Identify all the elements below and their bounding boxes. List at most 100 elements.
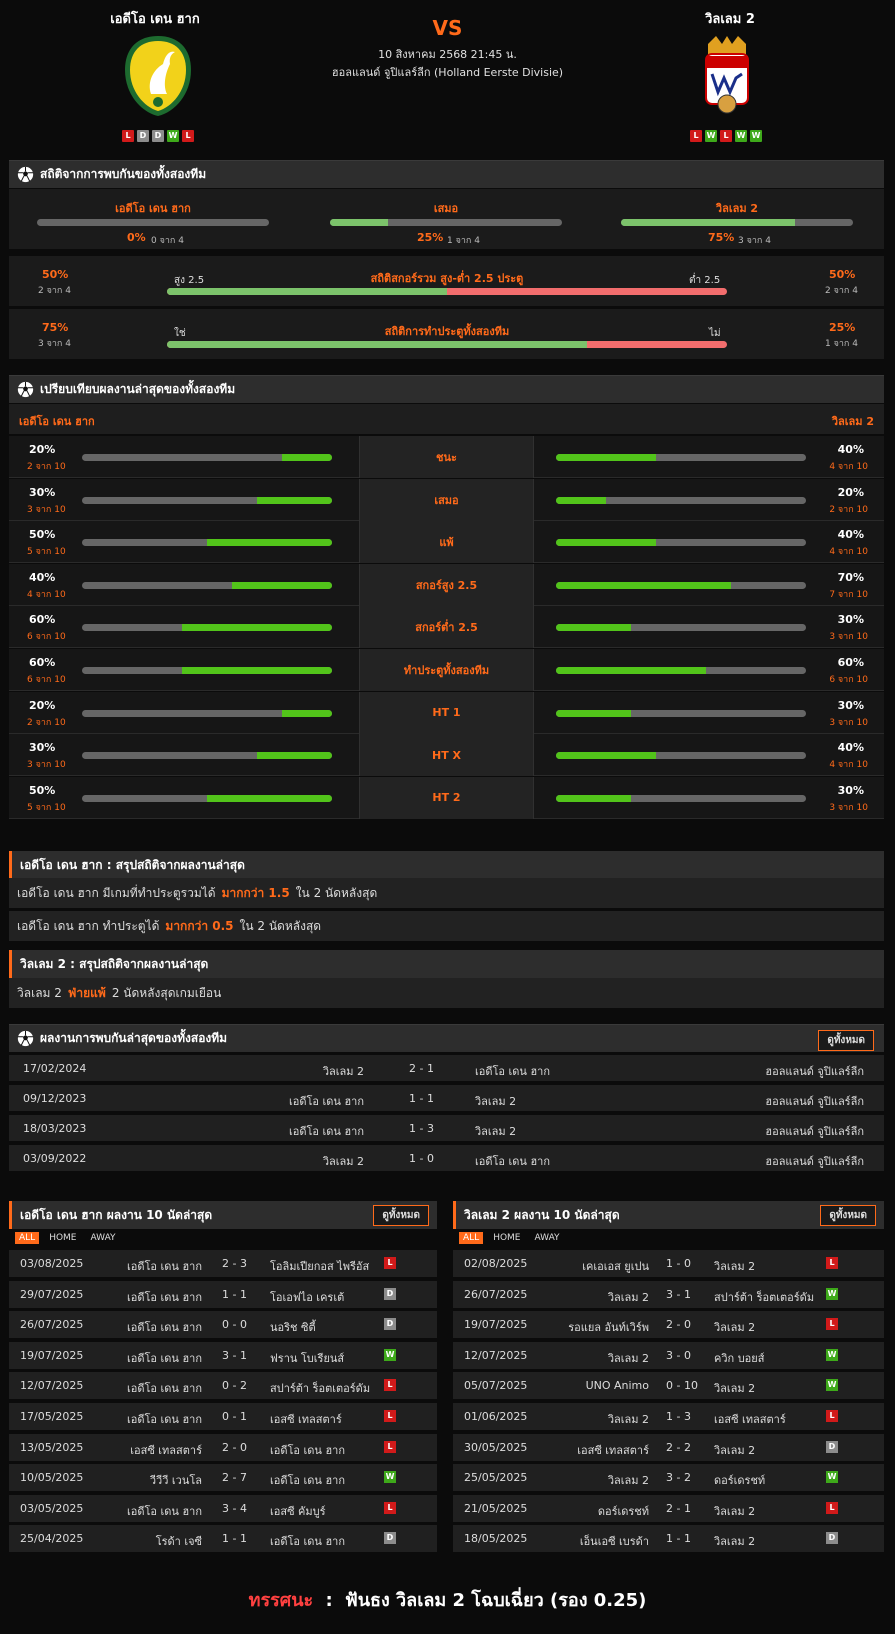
btts-bar	[167, 341, 727, 348]
result-badge: D	[384, 1532, 396, 1545]
recent-row[interactable]: 01/06/2025 วิลเลม 2 1 - 3 เอสซี เทลสตาร์ L	[453, 1403, 884, 1432]
h2h-row[interactable]: 17/02/2024 วิลเลม 2 2 - 1 เอดีโอ เดน ฮาก ฮอล…	[9, 1055, 884, 1083]
recent-home-team: วิลเลม 2	[607, 1413, 649, 1426]
recent-row[interactable]: 25/05/2025 วิลเลม 2 3 - 2 ดอร์เดรชท์ W	[453, 1464, 884, 1494]
summary-home-line2: เอดีโอ เดน ฮาก ทำประตูได้ มากกว่า 0.5 ใน 2…	[9, 911, 884, 941]
home-bar	[82, 454, 332, 461]
recent-away-view-all-button[interactable]: ดูทั้งหมด	[820, 1205, 876, 1226]
btts-title: สถิติการทำประตูทั้งสองทีม	[384, 325, 510, 338]
match-header: เอดีโอ เดน ฮาก วิลเลม 2 VS 10 สิงหาคม 25…	[0, 0, 895, 155]
recent-row[interactable]: 05/07/2025 UNO Animo 0 - 10 วิลเลม 2 W	[453, 1372, 884, 1402]
recent-home-team: เอดีโอ เดน ฮาก	[127, 1290, 202, 1304]
recent-row[interactable]: 29/07/2025 เอดีโอ เดน ฮาก 1 - 1 โอเอฟไอ เคร…	[9, 1280, 437, 1310]
summary-text: ใน 2 นัดหลังสุด	[295, 885, 378, 900]
recent-score: 3 - 1	[666, 1287, 691, 1301]
form-badge: L	[690, 130, 702, 142]
ou-title: สถิติสกอร์รวม สูง-ต่ำ 2.5 ประตู	[370, 272, 524, 285]
summary-away-title: วิลเลม 2 : สรุปสถิติจากผลงานล่าสุด	[20, 956, 209, 971]
recent-row[interactable]: 21/05/2025 ดอร์เดรชท์ 2 - 1 วิลเลม 2 L	[453, 1494, 884, 1524]
away-pct: 40%	[837, 528, 864, 542]
h2h-home-team: เอดีโอ เดน ฮาก	[289, 1125, 364, 1138]
result-badge: L	[384, 1257, 396, 1269]
recent-away-team: เอดีโอ เดน ฮาก	[270, 1535, 345, 1549]
recent-away-tabs: ALL HOME AWAY	[459, 1232, 564, 1244]
tab-home[interactable]: HOME	[489, 1232, 524, 1244]
recent-date: 18/05/2025	[464, 1532, 528, 1546]
recent-away-team: โอเอฟไอ เครเต้	[270, 1290, 345, 1304]
tab-all[interactable]: ALL	[15, 1232, 40, 1244]
away-bar	[556, 496, 806, 504]
result-badge: L	[826, 1318, 838, 1331]
recent-home-team: UNO Animo	[585, 1379, 649, 1393]
tab-all[interactable]: ALL	[459, 1232, 484, 1244]
away-sub: 4 จาก 10	[829, 760, 868, 771]
home-pct: 50%	[29, 783, 56, 797]
away-bar	[556, 581, 806, 589]
compare-row: 30% 3 จาก 10 HT X 40% 4 จาก 10	[9, 734, 884, 777]
away-sub: 3 จาก 10	[829, 802, 868, 813]
h2h-date: 18/03/2023	[23, 1122, 87, 1135]
result-badge: L	[384, 1410, 396, 1422]
h2h-home-team: วิลเลม 2	[322, 1065, 364, 1078]
recent-row[interactable]: 25/04/2025 โรด้า เจซี 1 - 1 เอดีโอ เดน ฮาก D	[9, 1525, 437, 1555]
h2h-date: 09/12/2023	[23, 1092, 87, 1105]
soccer-ball-icon	[17, 381, 34, 398]
ou-right-sub: 2 จาก 4	[825, 286, 858, 296]
compare-row: 60% 6 จาก 10 สกอร์ต่ำ 2.5 30% 3 จาก 10	[9, 606, 884, 649]
compare-row: 50% 5 จาก 10 แพ้ 40% 4 จาก 10	[9, 521, 884, 564]
recent-date: 19/07/2025	[464, 1318, 528, 1332]
h2h-row[interactable]: 09/12/2023 เอดีโอ เดน ฮาก 1 - 1 วิลเลม 2 ฮอล…	[9, 1085, 884, 1113]
recent-row[interactable]: 03/05/2025 เอดีโอ เดน ฮาก 3 - 4 เอสซี คัมบู…	[9, 1494, 437, 1524]
recent-row[interactable]: 03/08/2025 เอดีโอ เดน ฮาก 2 - 3 โอลิมเปียกอ…	[9, 1250, 437, 1279]
recent-home-view-all-button[interactable]: ดูทั้งหมด	[373, 1205, 429, 1226]
h2h-draw-bar	[330, 219, 562, 226]
home-pct: 20%	[29, 698, 56, 712]
result-badge: D	[826, 1440, 838, 1453]
recent-row[interactable]: 26/07/2025 เอดีโอ เดน ฮาก 0 - 0 นอริช ซิตี้…	[9, 1311, 437, 1341]
recent-away-team: นอริช ซิตี้	[270, 1321, 316, 1335]
h2h-stats-title: สถิติจากการพบกันของทั้งสองทีม	[40, 167, 207, 181]
recent-row[interactable]: 18/05/2025 เอ็นเอซี เบรด้า 1 - 1 วิลเลม 2 D	[453, 1525, 884, 1555]
tab-away[interactable]: AWAY	[531, 1232, 564, 1244]
home-bar	[82, 667, 332, 674]
result-badge: L	[826, 1410, 838, 1422]
tab-home[interactable]: HOME	[45, 1232, 80, 1244]
h2h-view-all-button[interactable]: ดูทั้งหมด	[818, 1030, 874, 1051]
recent-score: 1 - 1	[222, 1532, 247, 1546]
h2h-row[interactable]: 03/09/2022 วิลเลม 2 1 - 0 เอดีโอ เดน ฮาก ฮอล…	[9, 1145, 884, 1173]
h2h-row[interactable]: 18/03/2023 เอดีโอ เดน ฮาก 1 - 3 วิลเลม 2 ฮอล…	[9, 1115, 884, 1143]
tab-away[interactable]: AWAY	[87, 1232, 120, 1244]
recent-date: 17/05/2025	[20, 1410, 84, 1423]
compare-row: 60% 6 จาก 10 ทำประตูทั้งสองทีม 60% 6 จาก 10	[9, 649, 884, 691]
recent-row[interactable]: 13/05/2025 เอสซี เทลสตาร์ 2 - 0 เอดีโอ เดน …	[9, 1433, 437, 1463]
recent-row[interactable]: 17/05/2025 เอดีโอ เดน ฮาก 0 - 1 เอสซี เทลสต…	[9, 1403, 437, 1432]
recent-row[interactable]: 19/07/2025 เอดีโอ เดน ฮาก 3 - 1 ฟราน โบเรีย…	[9, 1341, 437, 1371]
result-badge: L	[826, 1257, 838, 1269]
recent-row[interactable]: 12/07/2025 เอดีโอ เดน ฮาก 0 - 2 สปาร์ต้า ร็…	[9, 1372, 437, 1402]
recent-row[interactable]: 26/07/2025 วิลเลม 2 3 - 1 สปาร์ต้า ร็อตเตอร…	[453, 1280, 884, 1310]
recent-home-team: ดอร์เดรชท์	[597, 1504, 649, 1518]
recent-row[interactable]: 12/07/2025 วิลเลม 2 3 - 0 ควิก บอยส์ W	[453, 1341, 884, 1371]
result-badge: L	[384, 1379, 396, 1392]
compare-label: HT 2	[359, 776, 534, 819]
away-pct: 60%	[837, 656, 864, 669]
recent-score: 1 - 1	[222, 1287, 247, 1301]
recent-date: 25/05/2025	[464, 1471, 528, 1485]
recent-score: 1 - 1	[666, 1532, 691, 1546]
recent-score: 3 - 4	[222, 1501, 247, 1515]
away-sub: 7 จาก 10	[829, 589, 868, 600]
recent-home-team: เอ็นเอซี เบรด้า	[579, 1535, 649, 1549]
compare-title: เปรียบเทียบผลงานล่าสุดของทั้งสองทีม	[40, 382, 236, 396]
home-pct: 20%	[29, 443, 56, 456]
away-pct: 30%	[837, 613, 864, 627]
recent-row[interactable]: 10/05/2025 วีวีวี เวนโล 2 - 7 เอดีโอ เดน ฮา…	[9, 1464, 437, 1494]
recent-row[interactable]: 30/05/2025 เอสซี เทลสตาร์ 2 - 2 วิลเลม 2 D	[453, 1433, 884, 1463]
recent-score: 0 - 10	[666, 1379, 698, 1393]
recent-date: 02/08/2025	[464, 1257, 528, 1270]
ou-right-label: ต่ำ 2.5	[689, 275, 721, 286]
recent-away-team: วิลเลม 2	[714, 1321, 756, 1335]
recent-row[interactable]: 02/08/2025 เคเอเอส ยูเปน 1 - 0 วิลเลม 2 L	[453, 1250, 884, 1279]
recent-home-team: วิลเลม 2	[607, 1474, 649, 1488]
away-bar	[556, 454, 806, 461]
recent-row[interactable]: 19/07/2025 รอแยล อันท์เวิร์พ 2 - 0 วิลเลม 2…	[453, 1311, 884, 1341]
